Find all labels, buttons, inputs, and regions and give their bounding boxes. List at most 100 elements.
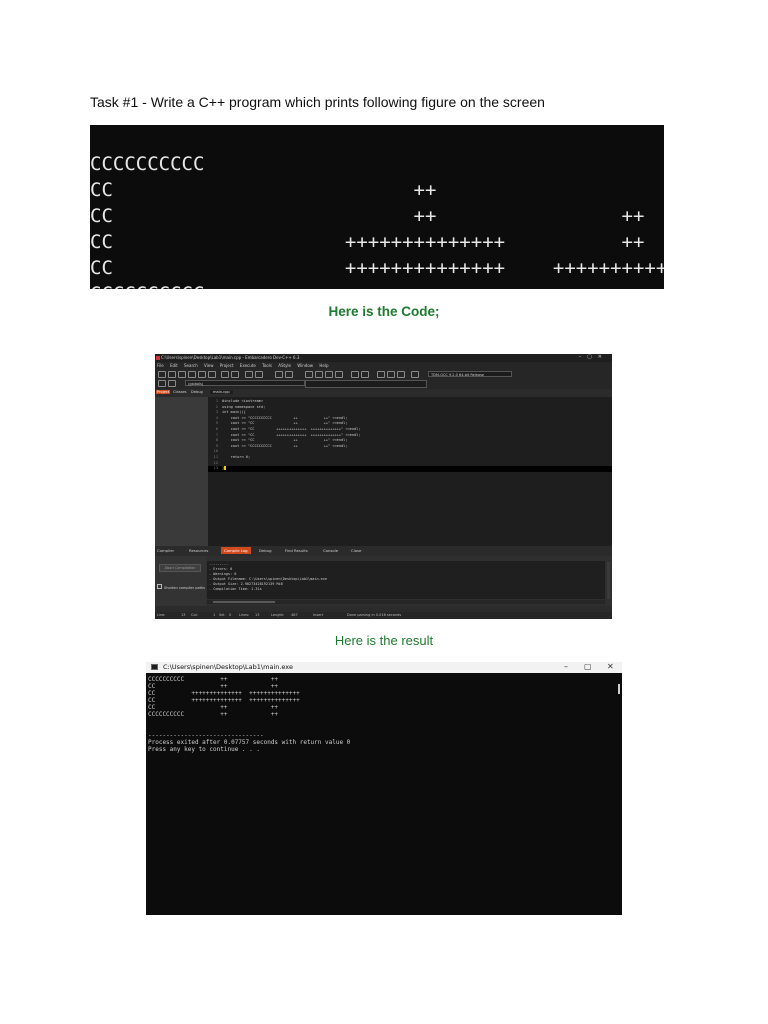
console-line: CC ++++++++++++++ ++++++++++++++ xyxy=(148,697,300,704)
tab-close[interactable]: Close xyxy=(351,548,361,553)
tab-project[interactable]: Project xyxy=(156,390,171,394)
text-caret xyxy=(224,466,227,471)
menu-window[interactable]: Window xyxy=(297,363,313,368)
bookmark-icon[interactable] xyxy=(168,380,176,387)
status-length-label: Length: xyxy=(271,613,285,617)
new-project-icon[interactable] xyxy=(377,371,385,378)
run-icon[interactable] xyxy=(315,371,323,378)
log-horizontal-scrollbar[interactable] xyxy=(207,600,605,604)
new-file-icon[interactable] xyxy=(158,371,166,378)
tab-classes[interactable]: Classes xyxy=(173,390,187,394)
menu-edit[interactable]: Edit xyxy=(170,363,178,368)
ide-screenshot: C:\Users\spinen\Desktop\Lab1\main.cpp - … xyxy=(155,354,612,619)
log-line: - Output Size: 2.90273428192139 MiB xyxy=(209,582,283,586)
tab-find-results[interactable]: Find Results xyxy=(285,548,308,553)
console-separator: -------------------------------- xyxy=(148,732,264,739)
close-button[interactable]: ✕ xyxy=(607,662,614,671)
symbol-select[interactable] xyxy=(305,380,427,388)
menu-file[interactable]: File xyxy=(157,363,164,368)
debug-icon[interactable] xyxy=(351,371,359,378)
maximize-button[interactable]: ▢ xyxy=(584,662,592,671)
file-tab-main-cpp[interactable]: main.cpp xyxy=(210,390,233,394)
indent-icon[interactable] xyxy=(275,371,283,378)
ide-menubar: File Edit Search View Project Execute To… xyxy=(155,362,612,369)
status-col-value: 1 xyxy=(213,613,216,617)
tab-debug-bottom[interactable]: Debug xyxy=(259,548,272,553)
project-panel: Project Classes Debug xyxy=(155,389,208,546)
checkbox-icon[interactable] xyxy=(157,584,162,589)
console-line: CC ++++++++++++++ ++++++++++++++ xyxy=(148,690,300,697)
compiler-select[interactable]: TDM-GCC 9.2.0 64-bit Release xyxy=(428,371,512,377)
rebuild-icon[interactable] xyxy=(335,371,343,378)
unindent-icon[interactable] xyxy=(285,371,293,378)
menu-execute[interactable]: Execute xyxy=(240,363,256,368)
figure-cell: ++ xyxy=(330,281,520,289)
minimize-button[interactable]: – xyxy=(564,662,568,671)
tab-debug[interactable]: Debug xyxy=(191,390,203,394)
save-all-icon[interactable] xyxy=(188,371,196,378)
status-sel-value: 0 xyxy=(229,613,232,617)
tab-compiler[interactable]: Compiler xyxy=(157,548,174,553)
menu-tools[interactable]: Tools xyxy=(262,363,272,368)
find-icon[interactable] xyxy=(245,371,253,378)
menu-astyle[interactable]: AStyle xyxy=(278,363,291,368)
bottom-tabs: Compiler Resources Compile Log Debug Fin… xyxy=(155,546,612,556)
menu-search[interactable]: Search xyxy=(184,363,198,368)
window-controls[interactable]: –▢✕ xyxy=(579,354,608,360)
print-icon[interactable] xyxy=(208,371,216,378)
console-scrollbar[interactable] xyxy=(618,684,620,694)
tab-resources[interactable]: Resources xyxy=(189,548,208,553)
shorten-paths-checkbox[interactable]: Shorten compiler paths xyxy=(157,584,205,590)
remove-file-icon[interactable] xyxy=(397,371,405,378)
ide-titlebar: C:\Users\spinen\Desktop\Lab1\main.cpp - … xyxy=(155,354,612,362)
menu-project[interactable]: Project xyxy=(220,363,234,368)
scope-select[interactable]: (globals) xyxy=(185,380,305,386)
console-line: Process exited after 0.07757 seconds wit… xyxy=(148,739,351,746)
status-line-value: 13 xyxy=(181,613,186,617)
tab-compile-log[interactable]: Compile Log xyxy=(221,547,251,554)
compile-run-icon[interactable] xyxy=(325,371,333,378)
task-title: Task #1 - Write a C++ program which prin… xyxy=(90,94,545,110)
devcpp-app-icon xyxy=(156,356,160,360)
close-file-icon[interactable] xyxy=(198,371,206,378)
ide-title: C:\Users\spinen\Desktop\Lab1\main.cpp - … xyxy=(161,355,300,360)
undo-icon[interactable] xyxy=(221,371,229,378)
add-file-icon[interactable] xyxy=(387,371,395,378)
console-line: CC ++ ++ xyxy=(148,683,279,690)
log-line: --------- xyxy=(209,562,228,566)
abort-compilation-button[interactable]: Abort Compilation xyxy=(159,564,201,572)
log-line: - Warnings: 0 xyxy=(209,572,237,576)
status-lines-value: 13 xyxy=(255,613,260,617)
log-line: - Errors: 0 xyxy=(209,567,233,571)
result-caption: Here is the result xyxy=(334,633,434,648)
figure-row: CC ++++++++++++++ ++++++++++++++ xyxy=(90,177,664,279)
figure-row: CC ++ ++ xyxy=(90,229,664,289)
code-line-current: 13} xyxy=(208,466,612,472)
redo-icon[interactable] xyxy=(231,371,239,378)
code-editor[interactable]: main.cpp 1 #include <iostream> 2 using nam… xyxy=(208,389,612,546)
console-window: C:\Users\spinen\Desktop\Lab1\main.exe – … xyxy=(146,662,622,915)
log-vertical-scrollbar[interactable] xyxy=(607,562,610,599)
status-insert-mode: Insert xyxy=(313,613,324,617)
insert-icon[interactable] xyxy=(158,380,166,387)
ide-toolbar: TDM-GCC 9.2.0 64-bit Release (globals) xyxy=(155,369,612,390)
tab-console[interactable]: Console xyxy=(323,548,338,553)
compile-icon[interactable] xyxy=(305,371,313,378)
save-icon[interactable] xyxy=(178,371,186,378)
status-sel-label: Sel: xyxy=(219,613,226,617)
status-line-label: Line: xyxy=(157,613,166,617)
project-options-icon[interactable] xyxy=(411,371,419,378)
status-lines-label: Lines: xyxy=(239,613,250,617)
figure-cell: ++++++++++++++ xyxy=(538,281,664,289)
figure-row: CC ++ ++ xyxy=(90,151,664,253)
menu-help[interactable]: Help xyxy=(319,363,328,368)
status-length-value: 487 xyxy=(291,613,298,617)
open-file-icon[interactable] xyxy=(168,371,176,378)
log-line: - Compilation Time: 1.31s xyxy=(209,587,262,591)
console-line: CCCCCCCCCC ++ ++ xyxy=(148,676,279,683)
stop-icon[interactable] xyxy=(361,371,369,378)
menu-view[interactable]: View xyxy=(204,363,214,368)
status-col-label: Col: xyxy=(191,613,198,617)
figure-row: CCCCCCCCCC ++ ++ xyxy=(90,255,664,289)
replace-icon[interactable] xyxy=(255,371,263,378)
